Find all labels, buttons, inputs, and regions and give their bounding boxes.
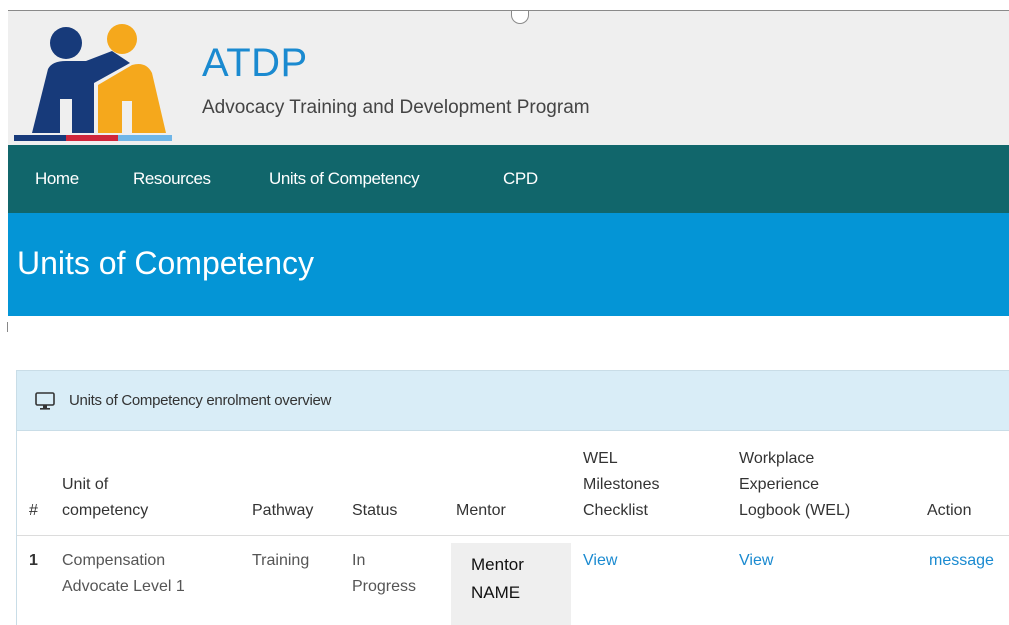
header-mentor: Mentor bbox=[456, 502, 506, 519]
header-status: Status bbox=[352, 502, 398, 519]
header-unit-line2: competency bbox=[62, 502, 149, 519]
header-logbook-line2: Experience bbox=[739, 476, 820, 493]
main-nav: Home Resources Units of Competency CPD bbox=[8, 145, 1009, 213]
mentor-name-line1: Mentor bbox=[471, 555, 524, 574]
brand-subtitle: Advocacy Training and Development Progra… bbox=[202, 97, 590, 118]
mentor-cell: Mentor NAME bbox=[451, 543, 571, 625]
atdp-logo[interactable] bbox=[14, 21, 172, 141]
page-title: Units of Competency bbox=[17, 245, 315, 281]
page-banner: Units of Competency bbox=[8, 213, 1009, 316]
panel-title: Units of Competency enrolment overview bbox=[69, 392, 332, 409]
brand-title[interactable]: ATDP bbox=[202, 41, 308, 85]
header-wel-line2: Milestones bbox=[583, 476, 660, 493]
divider bbox=[7, 322, 8, 332]
mentor-name: Mentor NAME bbox=[471, 551, 561, 607]
header-logbook-line3: Logbook (WEL) bbox=[739, 502, 851, 519]
panel-heading: Units of Competency enrolment overview bbox=[17, 371, 1009, 431]
header-logbook-line1: Workplace bbox=[739, 450, 815, 467]
nav-item-units-of-competency[interactable]: Units of Competency bbox=[269, 145, 420, 213]
header-pathway: Pathway bbox=[252, 502, 314, 519]
row-index: 1 bbox=[29, 552, 38, 569]
row-status-line1: In bbox=[352, 552, 366, 569]
header-action: Action bbox=[927, 502, 972, 519]
page: ATDP Advocacy Training and Development P… bbox=[0, 0, 1009, 625]
nav-item-home[interactable]: Home bbox=[35, 145, 79, 213]
wel-logbook-view-link[interactable]: View bbox=[739, 548, 773, 574]
wel-checklist-view-link[interactable]: View bbox=[583, 548, 617, 574]
enrolment-panel: Units of Competency enrolment overview #… bbox=[16, 370, 1009, 625]
row-pathway: Training bbox=[252, 552, 310, 569]
mentor-name-line2: NAME bbox=[471, 583, 521, 602]
header-notch bbox=[511, 11, 529, 24]
monitor-icon bbox=[35, 392, 55, 410]
nav-item-resources[interactable]: Resources bbox=[133, 145, 211, 213]
row-unit-line2: Advocate Level 1 bbox=[62, 578, 185, 595]
header-wel-line1: WEL bbox=[583, 450, 618, 467]
header-wel-line3: Checklist bbox=[583, 502, 648, 519]
nav-item-cpd[interactable]: CPD bbox=[503, 145, 538, 213]
row-status-line2: Progress bbox=[352, 578, 417, 595]
header-index: # bbox=[29, 502, 38, 519]
site-header: ATDP Advocacy Training and Development P… bbox=[8, 10, 1009, 145]
row-unit-line1: Compensation bbox=[62, 552, 166, 569]
header-unit-line1: Unit of bbox=[62, 476, 109, 493]
message-link[interactable]: message bbox=[929, 548, 994, 574]
header-divider bbox=[17, 535, 1009, 536]
